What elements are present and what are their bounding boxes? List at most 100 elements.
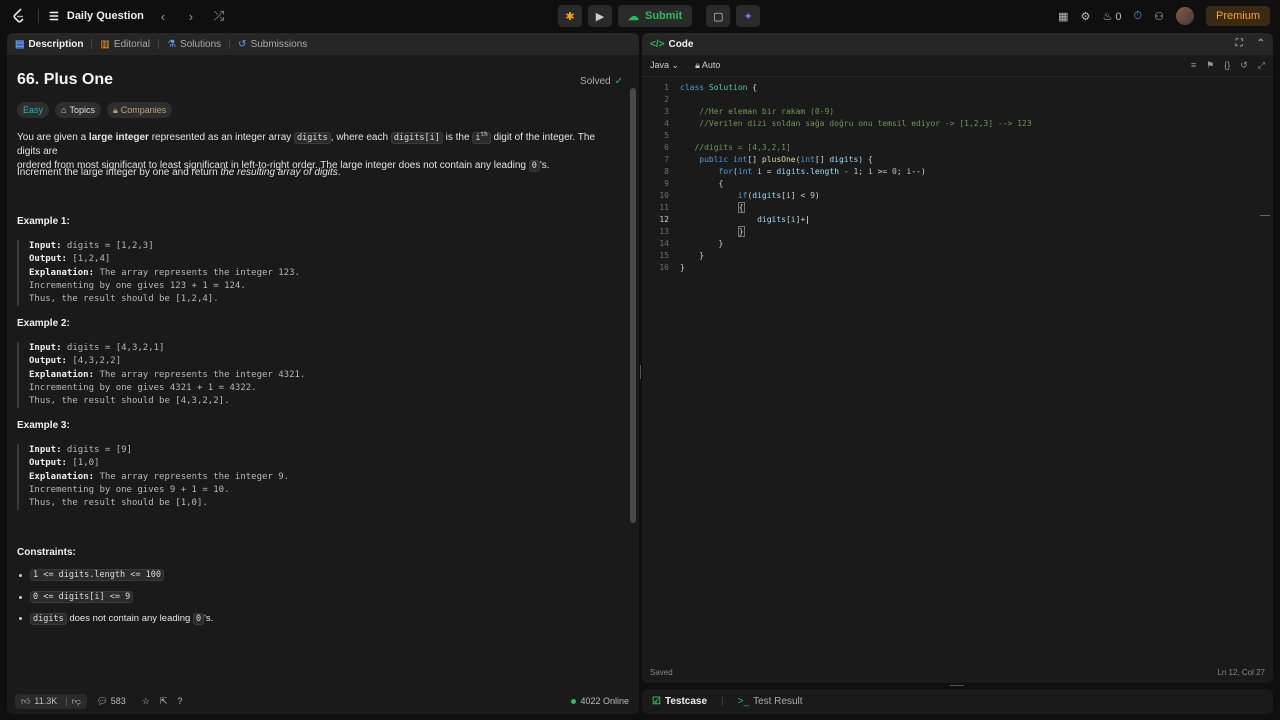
bullet-dot	[19, 573, 22, 577]
inline-code: digits	[294, 131, 331, 144]
tab-submissions[interactable]: ↺ Submissions	[238, 39, 307, 50]
fullscreen-icon[interactable]: ⤢	[1258, 60, 1265, 71]
editor-scrollbar[interactable]	[1260, 215, 1270, 216]
daily-question-button[interactable]: ☰ Daily Question	[49, 10, 144, 23]
line-number: 8	[664, 167, 669, 176]
ai-assistant-button[interactable]: ✦	[736, 5, 761, 27]
star-icon[interactable]: ☆	[142, 696, 150, 707]
streak-count: 0	[1115, 10, 1122, 23]
constraints-title: Constraints:	[17, 547, 76, 558]
notes-button[interactable]: ▢	[706, 5, 731, 27]
divider	[91, 39, 93, 49]
share-icon[interactable]: ⇱	[160, 696, 168, 707]
maximize-icon[interactable]: ⛶	[1236, 38, 1243, 49]
timer-icon[interactable]: ⏱	[1134, 10, 1143, 23]
tab-solutions-label: Solutions	[180, 38, 222, 50]
tab-solutions[interactable]: ⚗ Solutions	[167, 39, 221, 50]
bookmark-icon[interactable]: ⚑	[1206, 60, 1214, 71]
example-1-title: Example 1:	[17, 216, 70, 227]
code-line: 2	[642, 94, 669, 106]
daily-question-label: Daily Question	[66, 10, 144, 22]
line-number: 9	[664, 179, 669, 188]
editor-toolbar: Java ⌄ 🔒︎ Auto ≡ ⚑ {} ↺ ⤢	[642, 55, 1273, 77]
description-scrollbar[interactable]	[630, 88, 636, 523]
bullet-dot	[19, 595, 22, 599]
shuffle-icon[interactable]: ⤮	[210, 8, 228, 24]
thumbs-down-icon[interactable]: 👎︎	[72, 696, 81, 707]
tab-testcase-label: Testcase	[664, 696, 708, 707]
debug-button[interactable]: ✱	[558, 5, 582, 27]
explanation-line: Incrementing by one gives 123 + 1 = 124.	[29, 280, 246, 291]
format-icon[interactable]: ≡	[1191, 60, 1196, 71]
line-number: 10	[659, 191, 669, 200]
tab-testcase[interactable]: ☑ Testcase	[652, 696, 707, 707]
prev-problem-chevron-icon[interactable]: ‹	[154, 9, 172, 24]
vertical-resize-handle[interactable]	[950, 685, 964, 686]
divider	[38, 9, 39, 23]
code-line: 3 //Her eleman bir rakam (0-9)	[642, 106, 834, 118]
tab-description[interactable]: ▤ Description	[15, 39, 83, 50]
run-button[interactable]: ▶	[588, 5, 612, 27]
code-line: 11 {	[642, 202, 745, 214]
output-label: Output:	[29, 356, 67, 367]
language-select[interactable]: Java ⌄	[650, 60, 679, 71]
top-bar: ☰ Daily Question ‹ › ⤮ ✱ ▶ ☁ Submit ▢ ✦ …	[0, 0, 1280, 32]
panel-resize-handle[interactable]	[640, 365, 641, 379]
example-2-title: Example 2:	[17, 318, 70, 329]
input-label: Input:	[29, 343, 62, 353]
braces-icon[interactable]: {}	[1224, 60, 1230, 71]
companies-label: Companies	[120, 105, 167, 115]
explanation-label: Explanation:	[29, 267, 95, 278]
explanation-line: Thus, the result should be [1,0].	[29, 498, 208, 509]
inline-code: digits[i]	[390, 131, 443, 144]
next-problem-chevron-icon[interactable]: ›	[182, 9, 200, 24]
layout-grid-icon[interactable]: ▦	[1058, 10, 1068, 23]
topics-pill[interactable]: ⌂ Topics	[55, 102, 101, 118]
submit-button[interactable]: ☁ Submit	[618, 5, 693, 27]
gear-icon[interactable]: ⚙	[1081, 10, 1091, 23]
problem-footer: 👍︎ 11.3K | 👎︎ 💬︎ 583 ☆ ⇱ ? 4022 Online	[7, 688, 639, 714]
code-line: 16}	[642, 262, 684, 274]
tab-editorial[interactable]: ▥ Editorial	[100, 39, 150, 50]
premium-button[interactable]: Premium	[1205, 6, 1270, 26]
companies-pill[interactable]: 🔒︎ Companies	[106, 102, 173, 118]
constraint-code: 0 <= digits[i] <= 9	[30, 591, 134, 603]
tab-test-result-label: Test Result	[753, 696, 803, 707]
comments-button[interactable]: 💬︎ 583	[97, 696, 126, 707]
auto-mode-toggle[interactable]: 🔒︎ Auto	[695, 60, 720, 71]
avatar[interactable]	[1175, 7, 1194, 25]
desc-text: represented as an integer array	[148, 131, 295, 143]
code-text: }	[680, 263, 685, 272]
tab-editorial-label: Editorial	[113, 38, 151, 50]
tab-test-result[interactable]: >_ Test Result	[738, 696, 803, 707]
code-line: 7 public int[] plusOne(int[] digits) {	[642, 154, 873, 166]
line-number: 12	[659, 215, 669, 224]
explanation-line: Thus, the result should be [1,2,4].	[29, 294, 219, 305]
help-icon[interactable]: ?	[177, 696, 182, 706]
reset-icon[interactable]: ↺	[1240, 60, 1248, 71]
add-friend-icon[interactable]: ⚇	[1154, 10, 1164, 23]
like-button[interactable]: 👍︎ 11.3K | 👎︎	[15, 693, 87, 709]
comment-icon: 💬︎	[96, 695, 109, 706]
chevron-down-icon: ⌄	[671, 60, 680, 70]
example-2-block: Input: digits = [4,3,2,1] Output: [4,3,2…	[17, 342, 306, 409]
explanation-text: The array represents the integer 4321.	[94, 369, 306, 380]
line-number: 1	[664, 83, 669, 92]
code-line: 6 //digits = [4,3,2,1]	[642, 142, 791, 154]
save-status: Saved	[650, 668, 673, 677]
desc-bold: large integer	[88, 131, 149, 143]
problem-tabs: ▤ Description ▥ Editorial ⚗ Solutions ↺ Subm…	[7, 33, 639, 55]
like-count: 11.3K	[34, 696, 58, 706]
collapse-chevron-icon[interactable]: ⌃	[1257, 38, 1265, 49]
superscript: th	[480, 131, 488, 138]
code-text: }	[737, 226, 745, 237]
code-text: }	[680, 251, 705, 260]
leetcode-logo-icon[interactable]	[10, 7, 28, 25]
streak-counter[interactable]: ♨ 0	[1102, 10, 1121, 23]
inline-code: ith	[472, 131, 491, 144]
difficulty-pill[interactable]: Easy	[17, 102, 50, 118]
solved-badge: Solved ✓	[580, 76, 623, 87]
lock-icon: 🔒︎	[695, 60, 700, 70]
bug-icon: ✱	[565, 10, 575, 23]
divider	[229, 39, 231, 49]
